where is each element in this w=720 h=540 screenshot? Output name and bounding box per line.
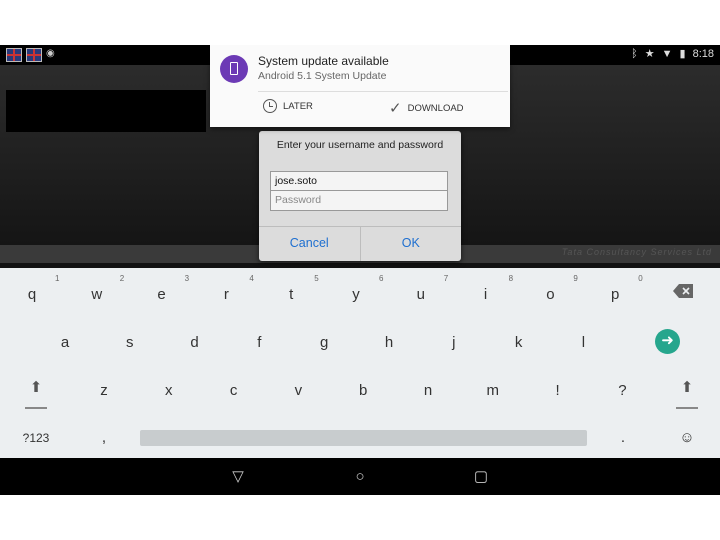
flag-icon (6, 48, 22, 62)
key-w[interactable]: w (77, 280, 117, 310)
later-label: LATER (283, 100, 313, 112)
home-icon[interactable]: ○ (350, 467, 370, 487)
key-h[interactable]: h (369, 328, 409, 358)
key-hint: 6 (379, 274, 384, 283)
emoji-key[interactable]: ☺ (667, 423, 707, 453)
username-field[interactable]: jose.soto (270, 171, 448, 191)
battery-icon: ▮ (679, 48, 686, 60)
key-hint: 4 (249, 274, 254, 283)
key-c[interactable]: c (214, 376, 254, 406)
key-hint: 3 (184, 274, 190, 283)
symbols-key[interactable]: ?123 (16, 423, 56, 453)
ok-button[interactable]: OK (359, 227, 462, 261)
later-button[interactable]: LATER (263, 99, 313, 113)
key-hint: 2 (119, 274, 125, 283)
comma-key[interactable]: , (84, 423, 124, 453)
key-t[interactable]: t (271, 280, 311, 310)
android-icon: ◉ (46, 48, 55, 59)
login-dialog: Enter your username and password jose.so… (259, 131, 461, 261)
key-r[interactable]: r (206, 280, 246, 310)
key-hint: 7 (443, 274, 449, 283)
key-x[interactable]: x (149, 376, 189, 406)
download-label: DOWNLOAD (407, 102, 464, 114)
wifi-icon: ▼ (661, 47, 673, 60)
shift-left-key[interactable]: ⬆ (16, 378, 56, 396)
key-j[interactable]: j (434, 328, 474, 358)
key-exclamation[interactable]: ! (538, 376, 578, 406)
status-time: 8:18 (692, 47, 714, 60)
recents-icon[interactable]: ▢ (471, 467, 491, 487)
key-u[interactable]: u (401, 280, 441, 310)
key-hint: 8 (508, 274, 514, 283)
key-p[interactable]: p (595, 280, 635, 310)
download-button[interactable]: ✓ DOWNLOAD (389, 99, 464, 117)
key-y[interactable]: y (336, 280, 376, 310)
keyboard: ➜ ⬆ ⬆ ?123 , . ☺ qwertyuiopasdfghjklzxcv… (0, 268, 720, 458)
shift-right-underline (676, 407, 698, 409)
key-question[interactable]: ? (602, 376, 642, 406)
key-o[interactable]: o (530, 280, 570, 310)
app-logo (6, 90, 206, 132)
key-k[interactable]: k (499, 328, 539, 358)
clock-icon (263, 99, 277, 113)
check-icon: ✓ (389, 100, 402, 117)
key-v[interactable]: v (278, 376, 318, 406)
flag-icon (26, 48, 42, 62)
space-key[interactable] (140, 430, 587, 446)
notification-subtitle: Android 5.1 System Update (258, 70, 387, 82)
notification-title: System update available (258, 54, 389, 68)
key-f[interactable]: f (239, 328, 279, 358)
shift-left-underline (25, 407, 47, 409)
key-g[interactable]: g (304, 328, 344, 358)
system-update-icon (220, 55, 248, 83)
navigation-bar: ▽ ○ ▢ (0, 458, 720, 495)
star-icon: ★ (644, 48, 655, 60)
dialog-message: Enter your username and password (276, 139, 444, 151)
bluetooth-icon: ᛒ (631, 47, 638, 60)
key-q[interactable]: q (12, 280, 52, 310)
cancel-button[interactable]: Cancel (259, 227, 360, 261)
key-d[interactable]: d (175, 328, 215, 358)
key-a[interactable]: a (45, 328, 85, 358)
key-hint: 5 (314, 274, 319, 283)
key-n[interactable]: n (408, 376, 448, 406)
period-key[interactable]: . (603, 423, 643, 453)
key-m[interactable]: m (473, 376, 513, 406)
notification-divider (258, 91, 508, 92)
update-notification[interactable]: System update available Android 5.1 Syst… (210, 45, 510, 127)
key-l[interactable]: l (563, 328, 603, 358)
device-screen: ◉ ᛒ ★ ▼ ▮ 8:18 Tata Consultancy Services… (0, 45, 720, 495)
backspace-icon[interactable] (673, 284, 693, 298)
password-field[interactable]: Password (270, 191, 448, 211)
enter-key[interactable]: ➜ (655, 329, 680, 354)
key-e[interactable]: e (142, 280, 182, 310)
key-hint: 0 (638, 274, 643, 283)
app-footer-text: Tata Consultancy Services Ltd (561, 247, 712, 257)
shift-right-key[interactable]: ⬆ (667, 378, 707, 396)
key-b[interactable]: b (343, 376, 383, 406)
back-icon[interactable]: ▽ (228, 467, 248, 487)
key-z[interactable]: z (84, 376, 124, 406)
key-s[interactable]: s (110, 328, 150, 358)
key-hint: 1 (55, 274, 60, 283)
key-i[interactable]: i (466, 280, 506, 310)
key-hint: 9 (573, 274, 578, 283)
